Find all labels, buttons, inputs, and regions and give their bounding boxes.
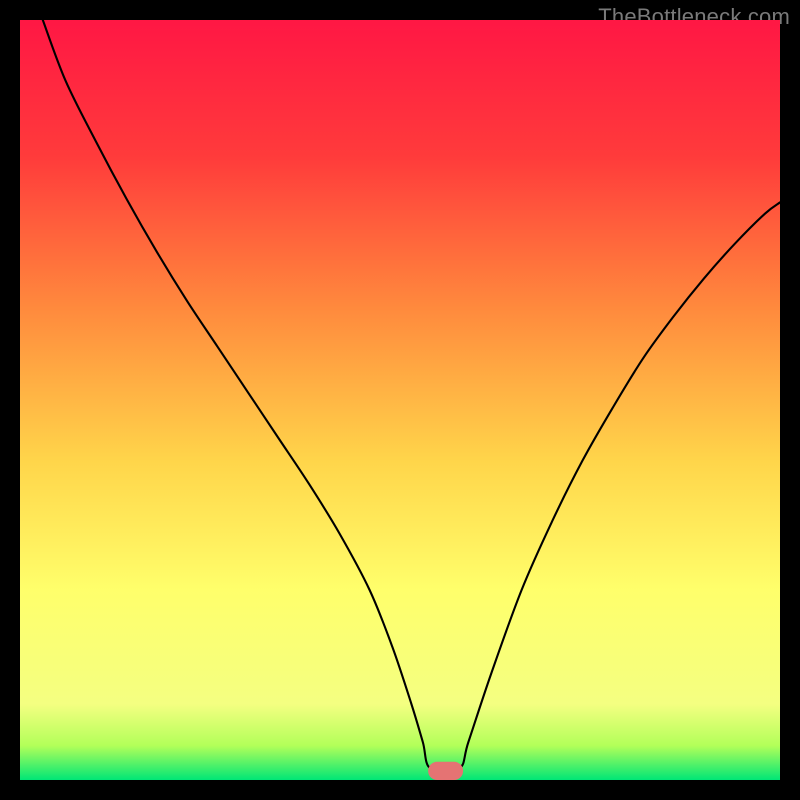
chart-container: TheBottleneck.com xyxy=(0,0,800,800)
optimum-marker xyxy=(428,762,463,780)
bottleneck-chart xyxy=(20,20,780,780)
